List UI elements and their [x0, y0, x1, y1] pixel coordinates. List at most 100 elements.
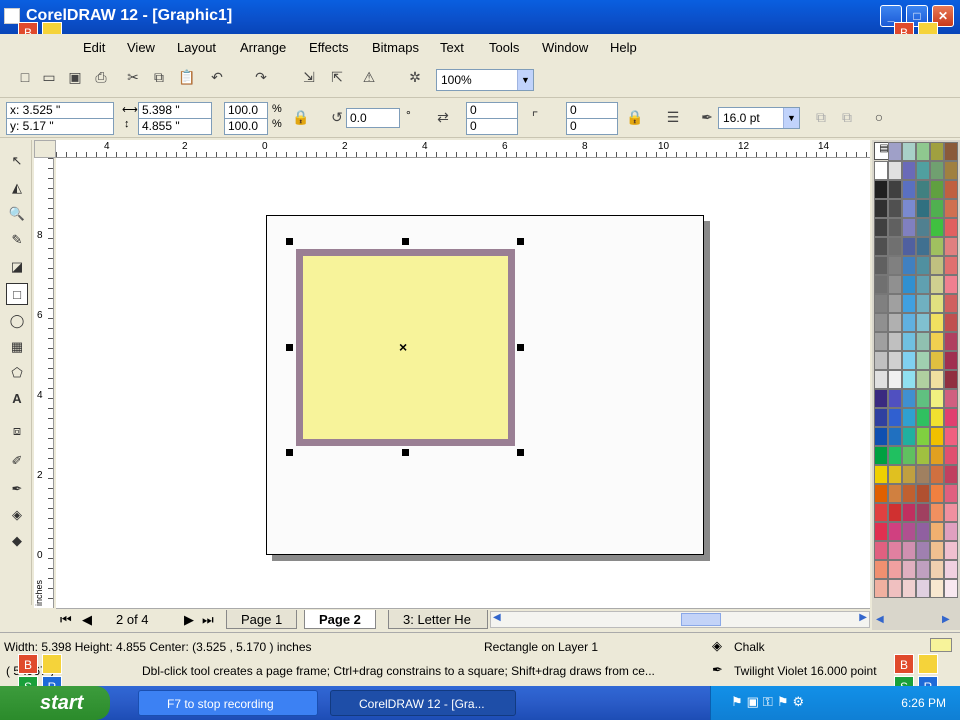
- palette-swatch[interactable]: [944, 332, 958, 351]
- palette-swatch[interactable]: [916, 237, 930, 256]
- palette-swatch[interactable]: [874, 332, 888, 351]
- corel-online-icon[interactable]: ✲: [404, 66, 426, 88]
- palette-swatch[interactable]: [930, 332, 944, 351]
- palette-swatch[interactable]: [902, 313, 916, 332]
- palette-swatch[interactable]: [888, 408, 902, 427]
- palette-swatch[interactable]: [888, 389, 902, 408]
- scroll-right-icon[interactable]: ▶: [859, 612, 867, 623]
- palette-swatch[interactable]: [902, 237, 916, 256]
- palette-swatch[interactable]: [944, 446, 958, 465]
- palette-swatch[interactable]: [902, 446, 916, 465]
- task-recording[interactable]: F7 to stop recording: [138, 690, 318, 716]
- task-coreldraw[interactable]: CorelDRAW 12 - [Gra...: [330, 690, 516, 716]
- palette-swatch[interactable]: [888, 161, 902, 180]
- palette-swatch[interactable]: [930, 313, 944, 332]
- vertical-ruler[interactable]: 8 6 4 2 0 inches: [34, 158, 54, 608]
- polygon-tool-icon[interactable]: ▦: [6, 336, 28, 358]
- palette-swatch[interactable]: [930, 370, 944, 389]
- menu-text[interactable]: Text: [440, 40, 464, 55]
- menu-view[interactable]: View: [127, 40, 155, 55]
- palette-swatch[interactable]: [888, 142, 902, 161]
- cut-icon[interactable]: ✂: [122, 66, 144, 88]
- palette-swatch[interactable]: [902, 275, 916, 294]
- palette-swatch[interactable]: [930, 579, 944, 598]
- menu-arrange[interactable]: Arrange: [240, 40, 286, 55]
- outline-tool-icon[interactable]: ✒: [6, 478, 28, 500]
- palette-swatch[interactable]: [916, 313, 930, 332]
- palette-swatch[interactable]: [944, 560, 958, 579]
- palette-swatch[interactable]: [874, 370, 888, 389]
- palette-swatch[interactable]: [916, 408, 930, 427]
- palette-swatch[interactable]: [902, 142, 916, 161]
- palette-swatch[interactable]: [916, 218, 930, 237]
- palette-swatch[interactable]: [874, 579, 888, 598]
- palette-swatch[interactable]: [944, 142, 958, 161]
- palette-swatch[interactable]: [916, 427, 930, 446]
- palette-swatch[interactable]: [916, 522, 930, 541]
- palette-swatch[interactable]: [888, 446, 902, 465]
- palette-swatch[interactable]: [916, 351, 930, 370]
- palette-swatch[interactable]: [930, 218, 944, 237]
- corner-roundness-br[interactable]: 0: [566, 118, 618, 135]
- palette-swatch[interactable]: [944, 199, 958, 218]
- palette-swatch[interactable]: [888, 237, 902, 256]
- corner-roundness-tr[interactable]: 0: [566, 102, 618, 119]
- palette-swatch[interactable]: [874, 427, 888, 446]
- chevron-down-icon[interactable]: ▼: [517, 70, 533, 90]
- palette-swatch[interactable]: [944, 522, 958, 541]
- palette-swatch[interactable]: [874, 199, 888, 218]
- palette-swatch[interactable]: [916, 256, 930, 275]
- scale-x-field[interactable]: 100.0: [224, 102, 268, 119]
- palette-swatch[interactable]: [930, 522, 944, 541]
- scrollbar-thumb[interactable]: [681, 613, 721, 626]
- chevron-down-icon[interactable]: ▼: [783, 108, 799, 128]
- palette-swatch[interactable]: [944, 541, 958, 560]
- import-icon[interactable]: ⇲: [298, 66, 320, 88]
- palette-swatch[interactable]: [874, 465, 888, 484]
- shape-tool-icon[interactable]: ◭: [6, 177, 28, 199]
- palette-swatch[interactable]: [888, 218, 902, 237]
- convert-to-curves-icon[interactable]: ○: [868, 106, 890, 128]
- palette-swatch[interactable]: [944, 389, 958, 408]
- selection-handle-bl[interactable]: [286, 449, 293, 456]
- tab-page-2[interactable]: Page 2: [304, 610, 376, 629]
- copy-icon[interactable]: ⧉: [148, 66, 170, 88]
- selection-handle-br[interactable]: [517, 449, 524, 456]
- palette-swatch[interactable]: [874, 484, 888, 503]
- clock[interactable]: 6:26 PM: [901, 696, 946, 710]
- palette-swatch[interactable]: [916, 560, 930, 579]
- palette-swatch[interactable]: [916, 541, 930, 560]
- palette-swatch[interactable]: [874, 313, 888, 332]
- palette-swatch[interactable]: [874, 446, 888, 465]
- palette-swatch[interactable]: [944, 294, 958, 313]
- scroll-left-icon[interactable]: ◀: [493, 612, 501, 623]
- palette-swatch[interactable]: [944, 237, 958, 256]
- palette-swatch[interactable]: [888, 370, 902, 389]
- palette-swatch[interactable]: [916, 332, 930, 351]
- palette-swatch[interactable]: [944, 503, 958, 522]
- palette-swatch[interactable]: [930, 484, 944, 503]
- palette-swatch[interactable]: [902, 218, 916, 237]
- palette-swatch[interactable]: [888, 332, 902, 351]
- last-page-icon[interactable]: ⏭: [202, 610, 214, 629]
- palette-swatch[interactable]: [874, 275, 888, 294]
- palette-swatch[interactable]: [902, 541, 916, 560]
- new-icon[interactable]: □: [14, 66, 36, 88]
- palette-swatch[interactable]: [944, 275, 958, 294]
- palette-swatch[interactable]: [874, 541, 888, 560]
- palette-swatch[interactable]: [874, 522, 888, 541]
- pick-tool-icon[interactable]: ↖: [6, 150, 28, 172]
- palette-swatch[interactable]: [902, 389, 916, 408]
- palette-swatch[interactable]: [888, 522, 902, 541]
- palette-swatch[interactable]: [930, 161, 944, 180]
- palette-swatch[interactable]: [874, 389, 888, 408]
- selection-handle-tl[interactable]: [286, 238, 293, 245]
- palette-swatch[interactable]: [902, 427, 916, 446]
- menu-tools[interactable]: Tools: [489, 40, 519, 55]
- start-button[interactable]: start: [0, 686, 110, 720]
- corner-roundness-bl[interactable]: 0: [466, 118, 518, 135]
- palette-swatch[interactable]: [930, 351, 944, 370]
- y-position-field[interactable]: y: 5.17 ": [6, 118, 114, 135]
- palette-swatch[interactable]: [874, 408, 888, 427]
- palette-swatch[interactable]: [916, 370, 930, 389]
